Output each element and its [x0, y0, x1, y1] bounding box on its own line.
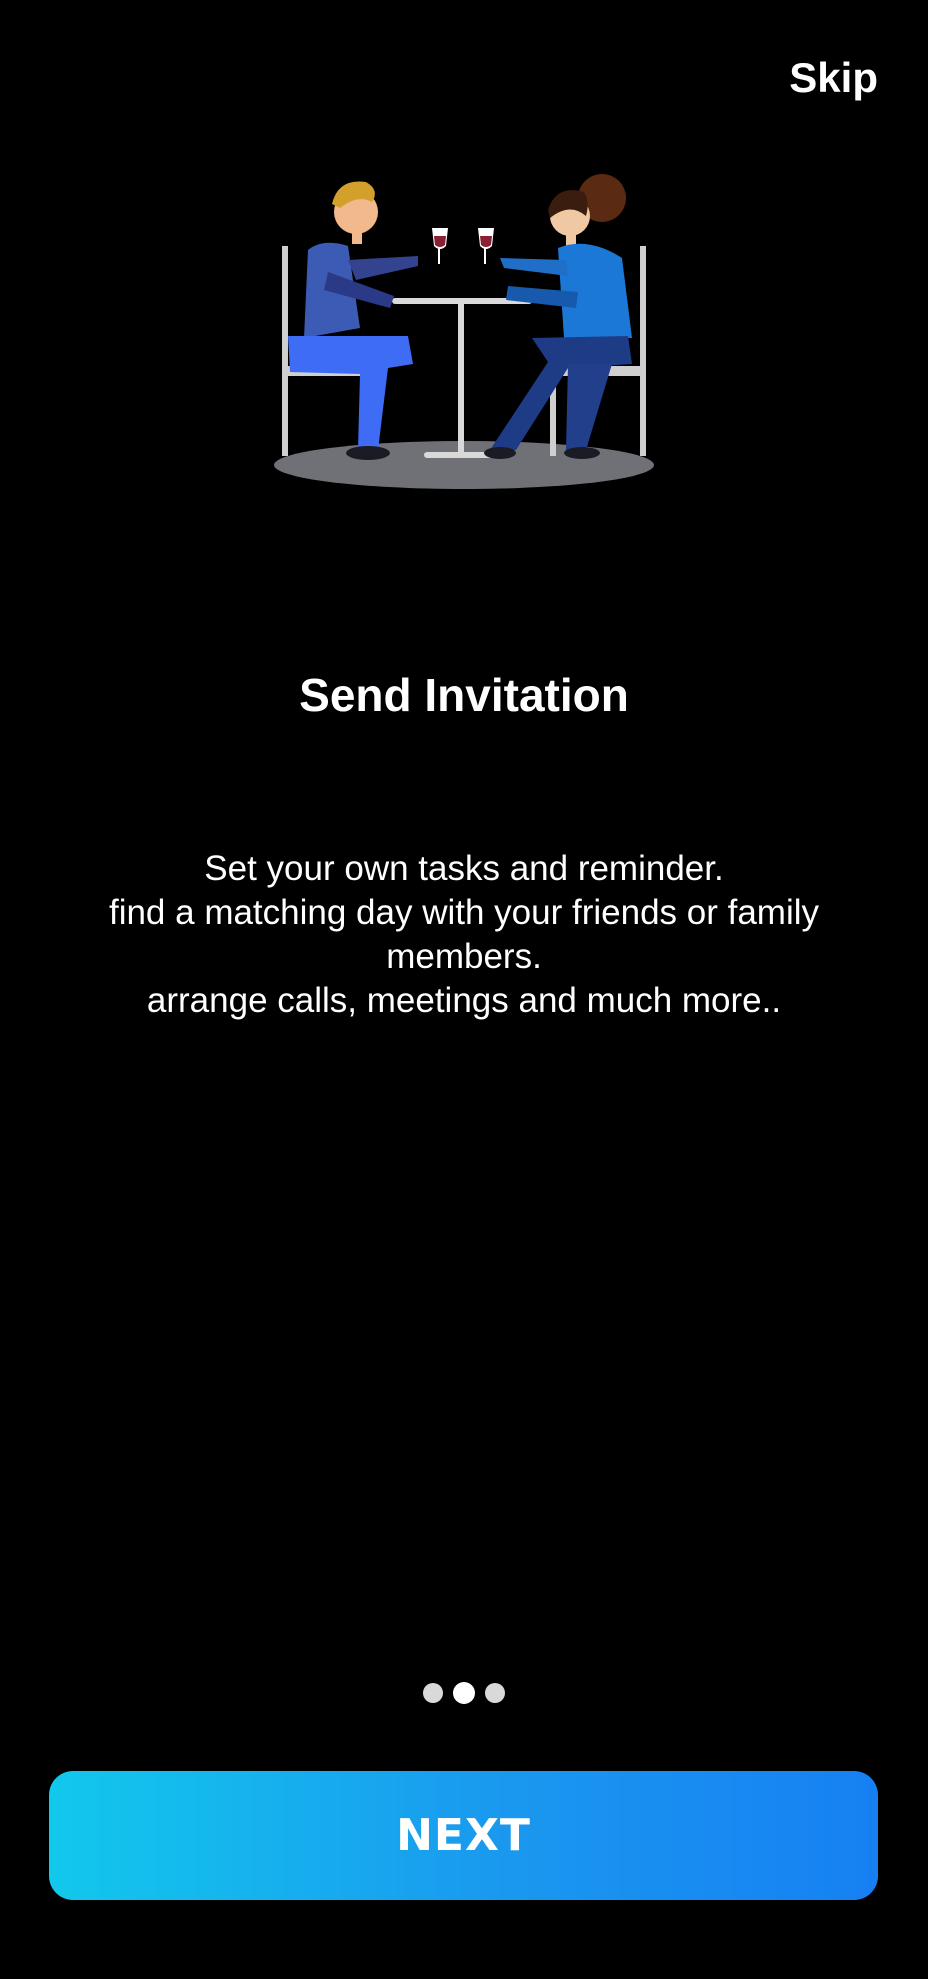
description-line: find a matching day with your friends or…	[108, 893, 820, 932]
onboarding-description: Set your own tasks and reminder. find a …	[70, 847, 858, 1023]
skip-button[interactable]: Skip	[789, 54, 878, 102]
page-indicator	[0, 1682, 928, 1704]
description-line: Set your own tasks and reminder.	[204, 849, 724, 888]
page-indicator-dot-active[interactable]	[453, 1682, 475, 1704]
couple-dining-illustration	[274, 174, 654, 489]
next-button[interactable]: NEXT	[49, 1771, 878, 1900]
page-indicator-dot[interactable]	[485, 1683, 505, 1703]
description-line: arrange calls, meetings and much more..	[146, 981, 782, 1020]
page-title: Send Invitation	[299, 669, 629, 721]
page-indicator-dot[interactable]	[423, 1683, 443, 1703]
next-button-label: NEXT	[396, 1810, 531, 1861]
description-line: members.	[386, 937, 542, 976]
